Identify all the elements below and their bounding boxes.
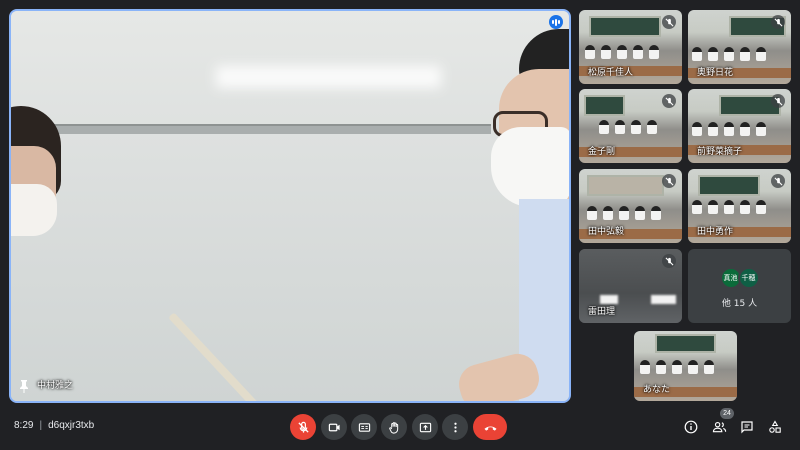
activities-icon [769,420,781,433]
bottom-bar: 8:29 | d6qxjr3txb [0,405,800,450]
camera-icon [328,423,340,431]
mic-off-icon [662,174,676,188]
more-vert-icon [453,422,457,432]
people-button[interactable] [710,418,728,436]
mic-off-icon [662,94,676,108]
present-icon [419,422,431,432]
activities-button[interactable] [766,418,784,436]
separator: | [39,420,43,431]
pin-icon[interactable] [18,379,30,393]
mic-off-icon [771,94,785,108]
current-time: 8:29 [14,420,34,431]
meeting-details: 8:29 | d6qxjr3txb [14,420,94,431]
self-view-tile[interactable]: あなた [634,331,737,401]
overflow-avatars: 真池 千穂 [688,267,791,289]
meeting-stage: 中村雅之 松原千佳人 奥野日花 金子剛 前野菜摘子 田中弘毅 田中勇作 雷田理 [0,0,800,405]
main-speaker-tile[interactable]: 中村雅之 [9,9,571,403]
mic-off-icon [771,174,785,188]
participant-tile[interactable]: 奥野日花 [688,10,791,84]
self-view-name: あなた [643,385,671,395]
mic-off-icon [662,254,676,268]
participant-name: 松原千佳人 [588,68,634,78]
participant-tile[interactable]: 松原千佳人 [579,10,682,84]
people-icon [712,421,726,433]
captions-button[interactable] [351,414,377,440]
leave-call-button[interactable] [473,414,507,440]
participant-name: 田中弘毅 [588,227,625,237]
mic-off-icon [662,15,676,29]
participant-tile[interactable]: 前野菜摘子 [688,89,791,163]
participant-name: 田中勇作 [697,227,734,237]
main-speaker-name: 中村雅之 [37,381,74,391]
participant-tile[interactable]: 田中勇作 [688,169,791,243]
captions-icon [358,422,370,432]
more-participants-label: 他 15 人 [721,299,758,309]
participant-count-badge: 24 [720,408,734,419]
participant-tile[interactable]: 雷田理 [579,249,682,323]
end-call-icon [483,425,497,431]
present-screen-button[interactable] [412,414,438,440]
chat-button[interactable] [738,418,756,436]
participant-name: 前野菜摘子 [697,147,743,157]
meeting-code: d6qxjr3txb [48,420,95,431]
participant-tile[interactable]: 金子剛 [579,89,682,163]
participant-name: 雷田理 [588,307,616,317]
info-icon [684,420,698,434]
more-options-button[interactable] [442,414,468,440]
mic-off-icon [771,15,785,29]
light-reflection [216,66,441,88]
camera-toggle-button[interactable] [321,414,347,440]
participant-tile[interactable]: 田中弘毅 [579,169,682,243]
microphone-toggle-button[interactable] [290,414,316,440]
participant-name: 金子剛 [588,147,616,157]
avatar: 千穂 [737,267,760,289]
whiteboard-tray [51,124,491,134]
speaking-indicator-icon [549,15,563,29]
student-figure [11,106,61,256]
hand-icon [388,421,398,434]
teacher-figure [454,29,569,401]
raise-hand-button[interactable] [381,414,407,440]
participant-name: 奥野日花 [697,68,734,78]
meeting-details-button[interactable] [682,418,700,436]
chat-icon [741,421,753,434]
more-participants-tile[interactable]: 真池 千穂 他 15 人 [688,249,791,323]
mic-off-icon [297,421,309,433]
